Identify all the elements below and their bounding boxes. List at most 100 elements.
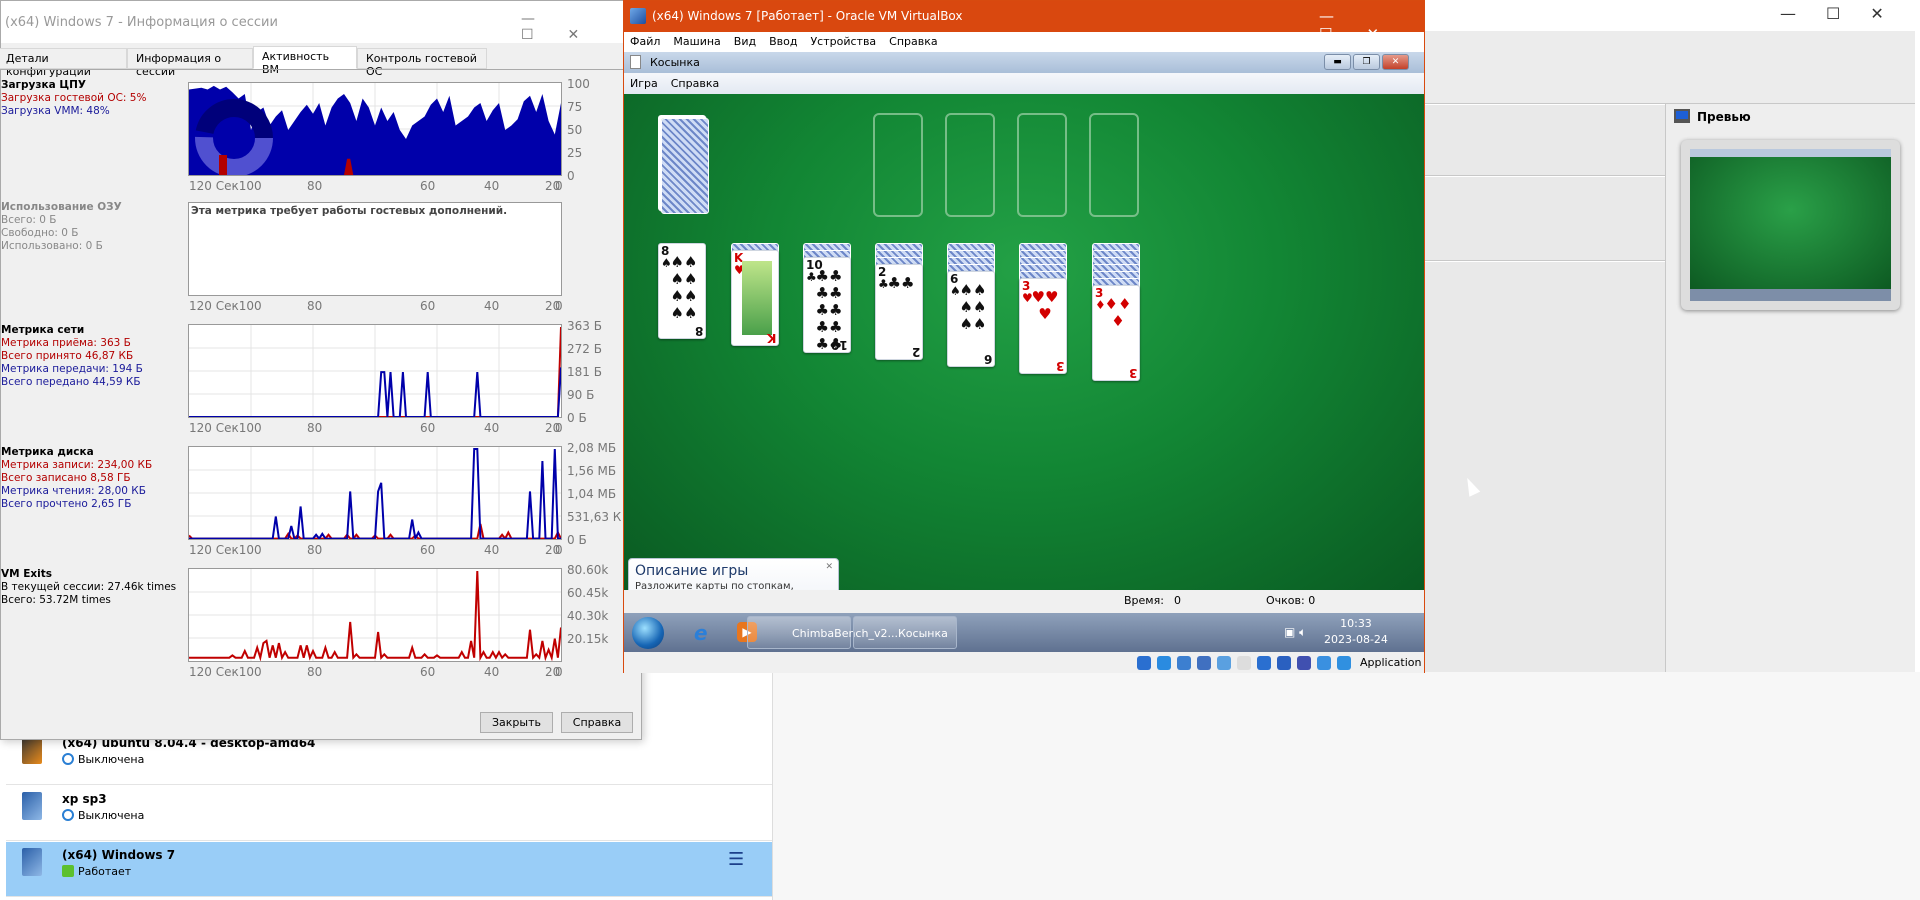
preview-thumbnail: [1681, 140, 1900, 310]
window-title: (x64) Windows 7 [Работает] - Oracle VM V…: [624, 1, 1424, 32]
tab-vm-activity[interactable]: Активность ВМ: [253, 46, 357, 76]
tab-divider: [1, 69, 641, 70]
solitaire-icon: [630, 55, 641, 69]
minimize-button[interactable]: ▬: [1324, 54, 1351, 70]
x-tick-label: 80: [307, 179, 323, 193]
y-tick-label: 531,63 К: [567, 510, 622, 524]
tab-config-details[interactable]: Детали конфигурации: [0, 48, 127, 78]
x-tick-label: 60: [420, 665, 436, 679]
cpu-chart: [188, 82, 562, 176]
tableau-card[interactable]: 3 ♥ ♥♥♥ 3: [1019, 278, 1067, 374]
close-icon[interactable]: ✕: [825, 561, 833, 574]
ubuntu-icon: [22, 736, 42, 764]
menu-view[interactable]: Вид: [734, 35, 756, 48]
tab-session-info[interactable]: Информация о сессии: [127, 48, 253, 78]
y-tick-label: 100: [567, 77, 590, 91]
windows-xp-icon: [22, 792, 42, 820]
net-labels: Метрика сети Метрика приёма: 363 Б Всего…: [1, 324, 143, 388]
menu-machine[interactable]: Машина: [673, 35, 720, 48]
close-button[interactable]: ✕: [1382, 54, 1409, 70]
preview-title: Превью: [1697, 110, 1751, 124]
device-status-icon[interactable]: [1257, 656, 1271, 670]
menu-help[interactable]: Справка: [889, 35, 937, 48]
keyboard-capture-label: Application: [1360, 656, 1422, 669]
virtualbox-logo-icon: [630, 8, 646, 24]
details-row: [1424, 262, 1665, 680]
foundation-slot[interactable]: [1017, 113, 1067, 217]
x-tick-label: 80: [307, 543, 323, 557]
manager-window-controls[interactable]: —☐✕: [1780, 4, 1914, 23]
tableau-card[interactable]: 2 ♣ ♣♣ 2: [875, 264, 923, 360]
x-tick-label: 120 Сек100: [189, 299, 262, 313]
ram-labels: Использование ОЗУ Всего: 0 Б Свободно: 0…: [1, 201, 122, 252]
device-status-icon[interactable]: [1297, 656, 1311, 670]
ram-chart: Эта метрика требует работы гостевых допо…: [188, 202, 562, 296]
x-tick-label: 0: [555, 665, 563, 679]
device-status-icon[interactable]: [1277, 656, 1291, 670]
start-button[interactable]: [632, 617, 664, 649]
vm-list-item-selected[interactable]: (x64) Windows 7 Работает ☰: [6, 842, 772, 897]
internet-explorer-icon[interactable]: e: [694, 621, 708, 645]
close-button[interactable]: Закрыть: [480, 712, 553, 733]
tableau-card[interactable]: 10 ♣ ♣♣♣♣♣♣♣♣♣♣ 10: [803, 257, 851, 353]
device-status-icon[interactable]: [1217, 656, 1231, 670]
foundation-slot[interactable]: [1089, 113, 1139, 217]
taskbar-item-solitaire[interactable]: Косынка: [853, 616, 957, 649]
manager-details-area: [772, 672, 1920, 900]
taskbar-item-explorer[interactable]: ChimbaBench_v2...: [747, 616, 898, 649]
device-status-icon[interactable]: [1317, 656, 1331, 670]
virtualbox-vm-window: (x64) Windows 7 [Работает] - Oracle VM V…: [623, 0, 1481, 673]
network-volume-tray-icons[interactable]: ▣ 🔈︎: [1284, 625, 1306, 640]
y-tick-label: 50: [567, 123, 583, 137]
tableau-card[interactable]: 3 ♦ ♦♦♦ 3: [1092, 285, 1140, 381]
score-label: Очков: 0: [1266, 594, 1316, 607]
y-tick-label: 272 Б: [567, 342, 602, 356]
tableau-card[interactable]: 8 ♠ ♠♠♠♠♠♠♠♠ 8: [658, 243, 706, 339]
restore-button[interactable]: ❐: [1353, 54, 1380, 70]
details-row: [1424, 177, 1665, 261]
device-status-icon[interactable]: [1137, 656, 1151, 670]
x-tick-label: 0: [555, 299, 563, 313]
tableau-card[interactable]: 6 ♠ ♠♠♠♠♠♠ 6: [947, 271, 995, 367]
x-tick-label: 120 Сек100: [189, 179, 262, 193]
game-table: 8 ♠ ♠♠♠♠♠♠♠♠ 8 K ♥ K 10 ♣ ♣♣♣♣♣♣♣♣♣♣ 10 2 ♣ …: [624, 94, 1424, 673]
vm-status-bar: Application: [624, 652, 1424, 673]
x-tick-label: 120 Сек100: [189, 665, 262, 679]
x-tick-label: 60: [420, 179, 436, 193]
vm-list-item[interactable]: xp sp3 Выключена: [6, 786, 772, 841]
device-status-icon[interactable]: [1237, 656, 1251, 670]
foundation-slot[interactable]: [945, 113, 995, 217]
help-button[interactable]: Справка: [561, 712, 633, 733]
tableau-card[interactable]: K ♥ K: [731, 250, 779, 346]
menu-help[interactable]: Справка: [671, 77, 719, 90]
session-info-window: (x64) Windows 7 - Информация о сессии —☐…: [0, 0, 642, 740]
menu-file[interactable]: Файл: [630, 35, 660, 48]
vm-list: (x64) ubuntu 8.04.4 - desktop-amd64 Выкл…: [0, 730, 772, 900]
device-status-icon[interactable]: [1337, 656, 1351, 670]
x-tick-label: 60: [420, 543, 436, 557]
y-tick-label: 0 Б: [567, 533, 587, 547]
details-menu-icon[interactable]: ☰: [728, 851, 748, 869]
x-tick-label: 40: [484, 299, 500, 313]
menu-game[interactable]: Игра: [630, 77, 658, 90]
y-tick-label: 20.15k: [567, 632, 609, 646]
vmexits-labels: VM Exits В текущей сессии: 27.46k times …: [1, 568, 177, 606]
y-tick-label: 80.60k: [567, 563, 609, 577]
foundation-slot[interactable]: [873, 113, 923, 217]
y-tick-label: 25: [567, 146, 583, 160]
tab-guest-control[interactable]: Контроль гостевой ОС: [357, 48, 487, 78]
clock[interactable]: 10:33 2023-08-24: [1324, 616, 1388, 648]
device-status-icon[interactable]: [1157, 656, 1171, 670]
menu-devices[interactable]: Устройства: [810, 35, 876, 48]
device-status-icon[interactable]: [1197, 656, 1211, 670]
running-arrow-icon: [62, 865, 74, 877]
cpu-labels: Загрузка ЦПУ Загрузка гостевой ОС: 5% За…: [1, 79, 147, 117]
stock-pile[interactable]: [661, 118, 709, 214]
device-status-icon[interactable]: [1177, 656, 1191, 670]
x-tick-label: 40: [484, 179, 500, 193]
monitor-icon: [1674, 109, 1690, 123]
solitaire-window-controls[interactable]: ▬ ❐ ✕: [1324, 54, 1411, 70]
y-tick-label: 181 Б: [567, 365, 602, 379]
menu-input[interactable]: Ввод: [769, 35, 797, 48]
net-chart: [188, 324, 562, 418]
